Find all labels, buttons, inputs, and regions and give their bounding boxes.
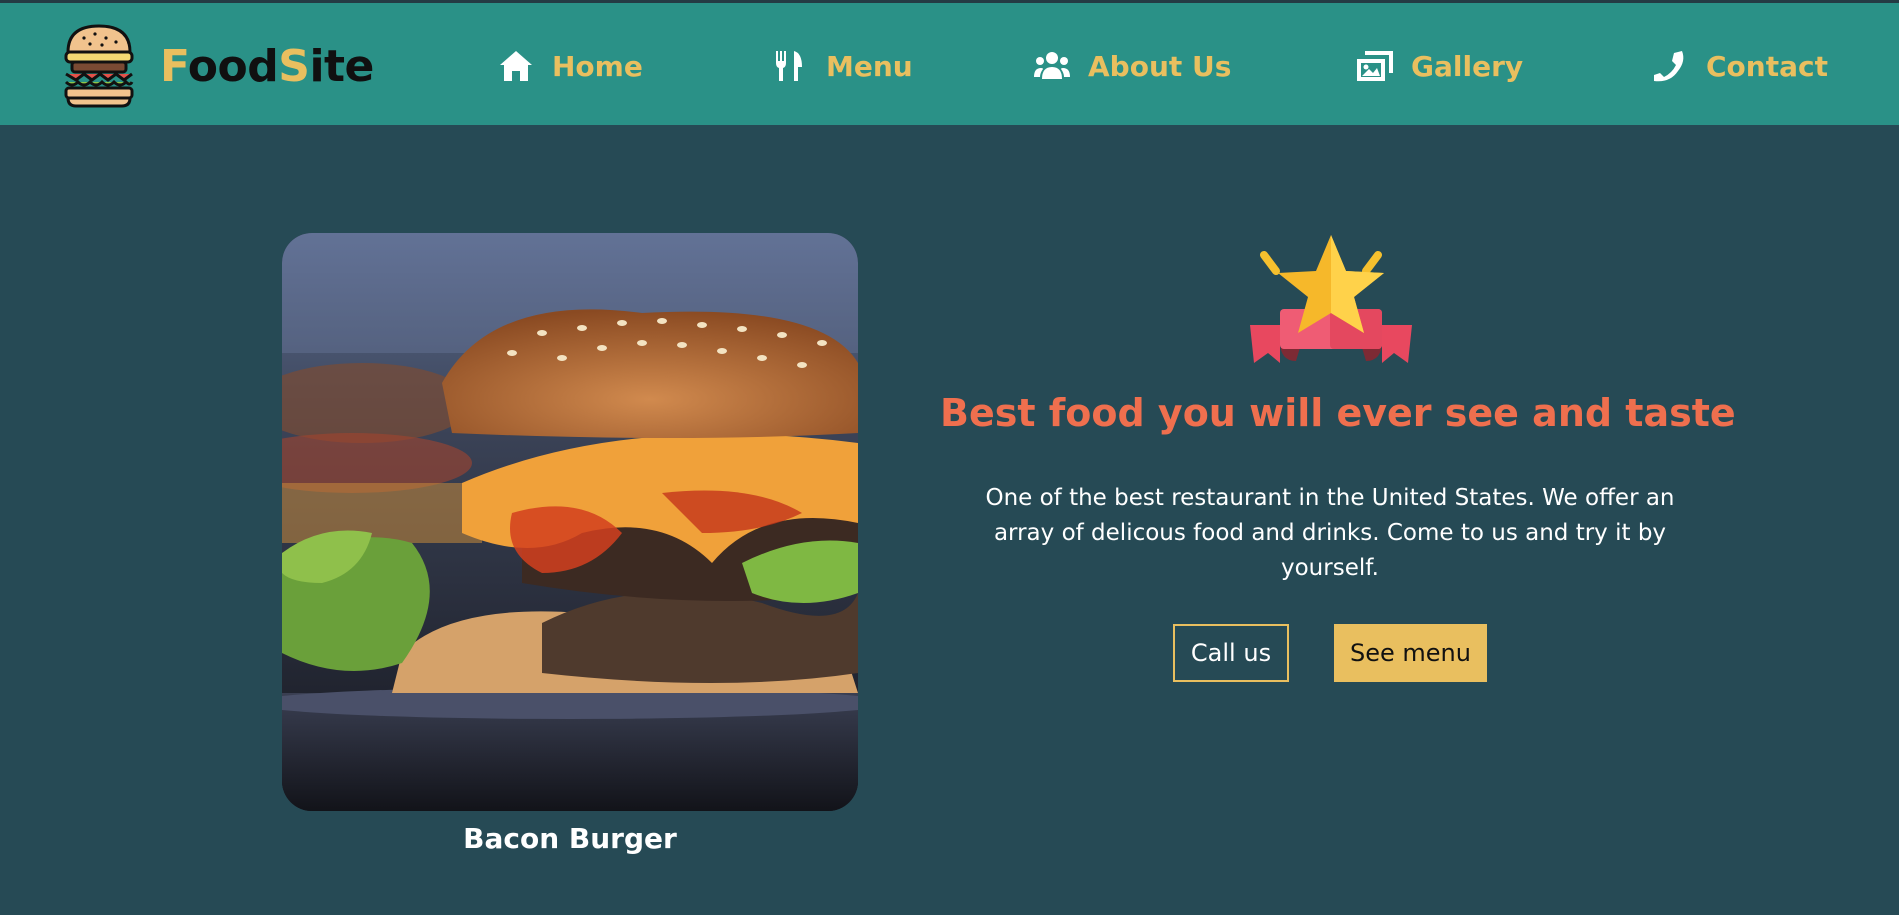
- burger-photo: [282, 233, 858, 811]
- featured-photo: [282, 233, 858, 811]
- nav-home-label: Home: [552, 49, 643, 83]
- phone-icon: [1654, 51, 1684, 82]
- brand-text-ite: ite: [309, 41, 374, 92]
- nav-menu[interactable]: Menu: [772, 46, 913, 86]
- nav-menu-label: Menu: [826, 49, 913, 83]
- nav-gallery-label: Gallery: [1411, 49, 1524, 83]
- featured-caption: Bacon Burger: [463, 822, 677, 855]
- images-icon: [1357, 51, 1393, 81]
- nav-about[interactable]: About Us: [1034, 46, 1231, 86]
- see-menu-button[interactable]: See menu: [1334, 624, 1487, 682]
- hero-description: One of the best restaurant in the United…: [985, 485, 1675, 581]
- star-ribbon-award-icon: [1250, 235, 1412, 363]
- users-icon: [1034, 52, 1070, 79]
- nav-home[interactable]: Home: [498, 46, 643, 86]
- brand-text-ood: ood: [187, 41, 279, 92]
- site-header: FoodSite Home Menu About Us Gallery Cont…: [0, 3, 1899, 125]
- hero-headline: Best food you will ever see and taste: [940, 391, 1736, 435]
- home-icon: [500, 51, 532, 81]
- nav-about-label: About Us: [1088, 49, 1232, 83]
- call-us-button[interactable]: Call us: [1173, 624, 1289, 682]
- nav-contact-label: Contact: [1706, 49, 1828, 83]
- fork-knife-icon: [776, 51, 802, 81]
- brand-letter-s: S: [278, 41, 310, 92]
- nav-gallery[interactable]: Gallery: [1357, 46, 1523, 86]
- burger-logo-icon[interactable]: [62, 24, 136, 108]
- brand-letter-f: F: [160, 41, 188, 92]
- brand-name[interactable]: FoodSite: [160, 39, 374, 95]
- nav-contact[interactable]: Contact: [1652, 46, 1828, 86]
